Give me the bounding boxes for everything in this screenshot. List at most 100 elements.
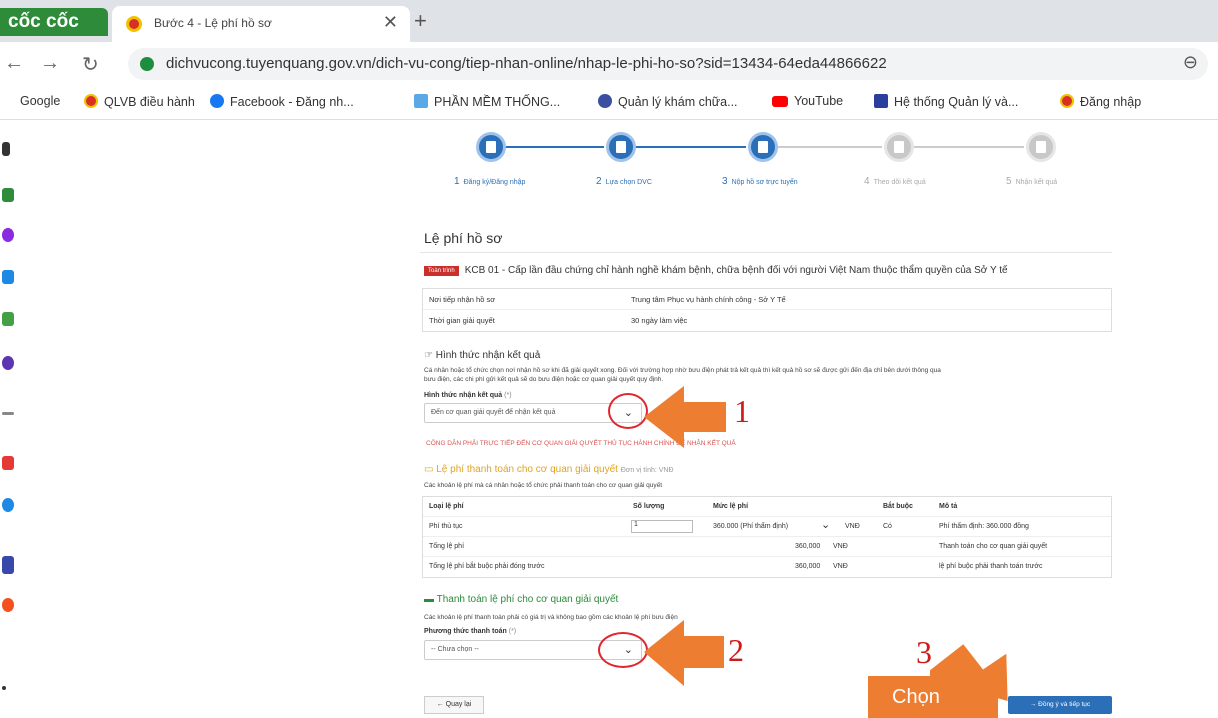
browser-brand-logo: cốc cốc bbox=[0, 8, 108, 36]
fee-description: Phí thẩm định: 360.000 đồng bbox=[939, 523, 1029, 530]
sidebar-icon[interactable] bbox=[2, 312, 14, 326]
total-required-description: lệ phí buộc phải thanh toán trước bbox=[939, 563, 1043, 570]
reload-icon[interactable]: ↻ bbox=[82, 52, 99, 77]
step-5-circle bbox=[1026, 132, 1056, 162]
column-header: Bắt buộc bbox=[883, 503, 913, 510]
required-mark: (*) bbox=[504, 392, 512, 399]
total-value: 360,000 bbox=[795, 543, 821, 550]
sidebar-icon[interactable] bbox=[2, 556, 14, 574]
bookmark-facebook[interactable]: Facebook - Đăng nh... bbox=[210, 94, 354, 109]
step-number: 4 bbox=[864, 176, 870, 187]
chevron-down-icon[interactable]: ⌄ bbox=[821, 518, 830, 531]
step-number: 1 bbox=[454, 176, 460, 187]
currency: VNĐ bbox=[833, 563, 848, 570]
sidebar-icon[interactable] bbox=[2, 142, 10, 156]
info-value: 30 ngày làm việc bbox=[631, 316, 688, 325]
table-row: Nơi tiếp nhận hồ sơ Trung tâm Phục vụ hà… bbox=[423, 289, 1111, 310]
sidebar-icon[interactable] bbox=[2, 356, 14, 370]
agree-continue-button[interactable]: → Đồng ý và tiếp tục bbox=[1008, 696, 1112, 714]
sidebar-icon[interactable] bbox=[2, 270, 14, 284]
sidebar-icon[interactable] bbox=[2, 412, 14, 415]
layers-icon bbox=[414, 94, 428, 108]
step-2-circle bbox=[606, 132, 636, 162]
table-row: Thời gian giải quyết 30 ngày làm việc bbox=[423, 310, 1111, 331]
bookmark-dang-nhap[interactable]: Đăng nhập bbox=[1060, 94, 1141, 109]
sidebar-icon[interactable] bbox=[2, 498, 14, 512]
step-connector bbox=[634, 146, 746, 148]
procedure-name: KCB 01 - Cấp lần đầu chứng chỉ hành nghề… bbox=[464, 265, 1008, 276]
money-icon: ▭ bbox=[424, 464, 437, 475]
bookmark-label: QLVB điều hành bbox=[104, 95, 195, 109]
lock-icon bbox=[140, 57, 154, 71]
login-icon bbox=[486, 141, 496, 153]
bookmark-phan-mem[interactable]: PHẦN MỀM THỐNG... bbox=[414, 94, 560, 109]
step-text: Lựa chọn DVC bbox=[605, 179, 652, 186]
browser-sidebar bbox=[0, 120, 18, 718]
fee-amount[interactable]: 360.000 (Phí thẩm định) bbox=[713, 523, 788, 530]
bookmark-youtube[interactable]: YouTube bbox=[772, 94, 843, 108]
url-bar[interactable]: dichvucong.tuyenquang.gov.vn/dich-vu-con… bbox=[128, 48, 1208, 80]
bookmark-label: Quản lý khám chữa... bbox=[618, 95, 738, 109]
bookmark-label: Hệ thống Quản lý và... bbox=[894, 95, 1019, 109]
forward-arrow-icon[interactable]: → bbox=[40, 52, 60, 75]
step-progress: 1 Đăng ký/Đăng nhập 2 Lựa chọn DVC 3 Nộp hồ… bbox=[410, 132, 1120, 192]
bookmark-label: YouTube bbox=[794, 94, 844, 108]
divider bbox=[420, 252, 1112, 253]
step-text: Nhận kết quả bbox=[1015, 179, 1058, 186]
description-line: Cá nhân hoặc tổ chức chọn nơi nhận hồ sơ… bbox=[424, 367, 941, 374]
status-badge: Toàn trình bbox=[424, 266, 459, 276]
required-mark: (*) bbox=[508, 628, 517, 635]
shield-icon bbox=[598, 94, 612, 108]
step-number: 3 bbox=[722, 176, 728, 187]
sidebar-icon[interactable] bbox=[2, 686, 6, 690]
bookmark-qlvb[interactable]: QLVB điều hành bbox=[84, 94, 195, 109]
tab-active[interactable]: Bước 4 - Lệ phí hồ sơ ✕ bbox=[112, 6, 410, 42]
table-row: Tổng lệ phí 360,000 VNĐ Thanh toán cho c… bbox=[423, 537, 1111, 557]
fee-type: Phí thủ tục bbox=[429, 523, 463, 530]
fee-heading: ▭ Lệ phí thanh toán cho cơ quan giải quy… bbox=[424, 464, 674, 475]
arrow-icon bbox=[644, 386, 726, 448]
fee-description: Các khoản lệ phí mà cá nhân hoặc tổ chức… bbox=[424, 482, 663, 489]
sidebar-icon[interactable] bbox=[2, 188, 14, 202]
info-value: Trung tâm Phục vụ hành chính công - Sở Y… bbox=[631, 295, 786, 304]
table-row: Phí thủ tục 1 360.000 (Phí thẩm định) ⌄ … bbox=[423, 517, 1111, 537]
step-3-label: 3 Nộp hồ sơ trực tuyến bbox=[722, 176, 798, 187]
document-icon bbox=[758, 141, 768, 153]
currency: VNĐ bbox=[845, 523, 860, 530]
fee-table: Loại lệ phí Số lượng Mức lệ phí Bắt buộc… bbox=[422, 496, 1112, 578]
info-key: Thời gian giải quyết bbox=[429, 316, 495, 325]
bookmark-label: Đăng nhập bbox=[1080, 95, 1142, 109]
column-header: Mô tả bbox=[939, 503, 958, 510]
emblem-icon bbox=[126, 16, 142, 32]
currency: VNĐ bbox=[833, 543, 848, 550]
table-header-row: Loại lệ phí Số lượng Mức lệ phí Bắt buộc… bbox=[423, 497, 1111, 517]
sidebar-icon[interactable] bbox=[2, 456, 14, 470]
close-icon[interactable]: ✕ bbox=[383, 12, 398, 33]
back-button[interactable]: ← Quay lại bbox=[424, 696, 484, 714]
url-text: dichvucong.tuyenquang.gov.vn/dich-vu-con… bbox=[166, 55, 887, 72]
emblem-icon bbox=[84, 94, 98, 108]
zoom-icon[interactable]: ⊖ bbox=[1183, 52, 1198, 73]
bookmark-he-thong[interactable]: Hệ thống Quản lý và... bbox=[874, 94, 1018, 109]
sidebar-icon[interactable] bbox=[2, 598, 14, 612]
step-text: Đăng ký/Đăng nhập bbox=[463, 179, 526, 186]
bookmarks-bar: Google QLVB điều hành Facebook - Đăng nh… bbox=[0, 86, 1218, 120]
unit-note: Đơn vị tính: VNĐ bbox=[620, 467, 674, 474]
back-arrow-icon[interactable]: ← bbox=[4, 52, 24, 75]
step-number: 2 bbox=[596, 176, 602, 187]
new-tab-button[interactable]: + bbox=[414, 8, 427, 34]
browser-tab-bar: cốc cốc Bước 4 - Lệ phí hồ sơ ✕ + bbox=[0, 0, 1218, 42]
card-icon: ▬ bbox=[424, 594, 437, 605]
bookmark-google[interactable]: Google bbox=[20, 94, 60, 108]
wing-icon bbox=[874, 94, 888, 108]
heading-text: Hình thức nhận kết quả bbox=[435, 350, 541, 361]
column-header: Số lượng bbox=[633, 503, 665, 510]
bookmark-kham-chua[interactable]: Quản lý khám chữa... bbox=[598, 94, 738, 109]
description-line: bưu điện, các chi phí gửi kết quả sẽ do … bbox=[424, 376, 664, 383]
fee-required: Có bbox=[883, 523, 892, 530]
total-label: Tổng lệ phí bbox=[429, 543, 465, 550]
sidebar-icon[interactable] bbox=[2, 228, 14, 242]
quantity-input[interactable]: 1 bbox=[631, 520, 693, 533]
step-connector bbox=[776, 146, 882, 148]
step-number: 5 bbox=[1006, 176, 1012, 187]
